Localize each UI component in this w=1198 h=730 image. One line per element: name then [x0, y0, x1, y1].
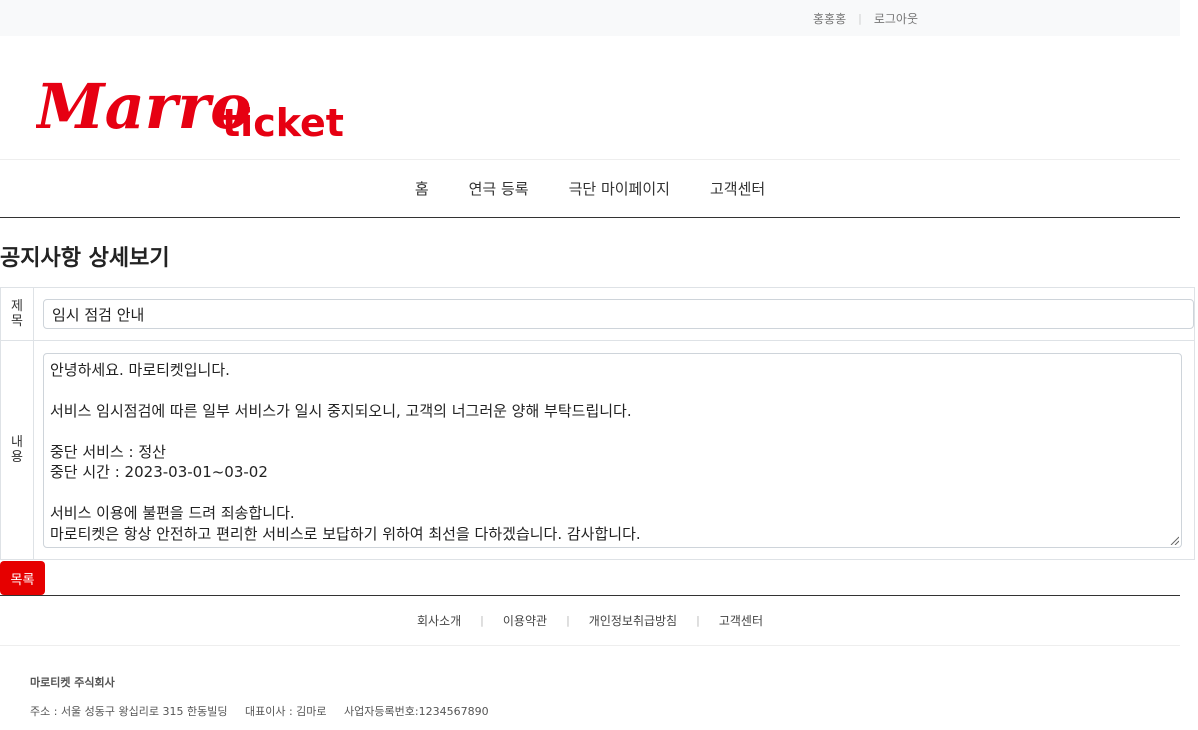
footer-nav: 회사소개 | 이용약관 | 개인정보취급방침 | 고객센터 — [0, 596, 1180, 646]
list-button[interactable]: 목록 — [0, 561, 45, 595]
title-row: 제 목 — [0, 287, 1195, 341]
title-label-char-2: 목 — [11, 314, 23, 329]
body-line — [50, 421, 1175, 442]
divider: | — [480, 614, 484, 627]
body-label: 내 용 — [0, 340, 34, 560]
body-cell: 안녕하세요. 마로티켓입니다. 서비스 임시점검에 따른 일부 서비스가 일시 … — [33, 340, 1195, 560]
top-utility-bar: 홍홍홍 | 로그아웃 — [0, 0, 1180, 36]
title-label-char-1: 제 — [11, 299, 23, 314]
marro-ticket-logo[interactable]: Marro ticket — [36, 64, 356, 144]
body-line: 서비스 이용에 불편을 드려 죄송합니다. — [50, 504, 295, 522]
nav-troupe-mypage[interactable]: 극단 마이페이지 — [569, 178, 670, 199]
divider: | — [566, 614, 570, 627]
body-line — [50, 483, 1175, 504]
company-info: 주소 : 서울 성동구 왕십리로 315 한동빌딩 대표이사 : 김마로 사업자… — [30, 703, 503, 719]
body-line: 중단 시간 : 2023-03-01~03-02 — [50, 463, 268, 481]
body-label-char-1: 내 — [11, 435, 23, 450]
company-address: 주소 : 서울 성동구 왕십리로 315 한동빌딩 — [30, 705, 228, 718]
company-ceo: 대표이사 : 김마로 — [244, 705, 327, 718]
footer-link-terms[interactable]: 이용약관 — [503, 612, 547, 629]
logo-script: Marro — [36, 70, 252, 143]
body-line: 마로티켓은 항상 안전하고 편리한 서비스로 보답하기 위하여 최선을 다하겠습… — [50, 524, 641, 543]
footer-link-about[interactable]: 회사소개 — [417, 612, 461, 629]
nav-register-play[interactable]: 연극 등록 — [469, 178, 529, 199]
body-line: 안녕하세요. 마로티켓입니다. — [50, 360, 230, 379]
logo-word: ticket — [222, 101, 344, 144]
body-line: 중단 서비스 : 정산 — [50, 442, 166, 461]
body-row: 내 용 안녕하세요. 마로티켓입니다. 서비스 임시점검에 따른 일부 서비스가… — [0, 340, 1195, 560]
divider: | — [696, 614, 700, 627]
notice-detail-table: 제 목 내 용 안녕하세요. 마로티켓입니다. 서비스 임시점검에 따른 일부 … — [0, 287, 1195, 560]
title-field[interactable] — [43, 299, 1194, 329]
body-label-char-2: 용 — [11, 450, 23, 465]
footer-link-privacy[interactable]: 개인정보취급방침 — [589, 612, 677, 629]
user-links: 홍홍홍 | 로그아웃 — [813, 10, 918, 27]
resize-grip-icon[interactable] — [1169, 535, 1179, 545]
nav-home[interactable]: 홈 — [415, 178, 429, 199]
nav-customer-center[interactable]: 고객센터 — [710, 178, 765, 199]
body-textarea[interactable]: 안녕하세요. 마로티켓입니다. 서비스 임시점검에 따른 일부 서비스가 일시 … — [43, 352, 1182, 548]
main-nav: 홈 연극 등록 극단 마이페이지 고객센터 — [0, 160, 1180, 218]
username-link[interactable]: 홍홍홍 — [813, 10, 846, 27]
company-business-number: 사업자등록번호:1234567890 — [344, 705, 489, 718]
footer-link-support[interactable]: 고객센터 — [719, 612, 763, 629]
page-title: 공지사항 상세보기 — [0, 246, 170, 271]
title-label: 제 목 — [0, 287, 34, 341]
logo-graphic: Marro ticket — [36, 70, 344, 144]
divider: | — [858, 12, 862, 25]
title-cell — [33, 287, 1195, 341]
body-line — [50, 380, 1175, 401]
body-line: 서비스 임시점검에 따른 일부 서비스가 일시 중지되오니, 고객의 너그러운 … — [50, 401, 632, 420]
logout-link[interactable]: 로그아웃 — [874, 10, 918, 27]
company-name: 마로티켓 주식회사 — [30, 676, 115, 689]
